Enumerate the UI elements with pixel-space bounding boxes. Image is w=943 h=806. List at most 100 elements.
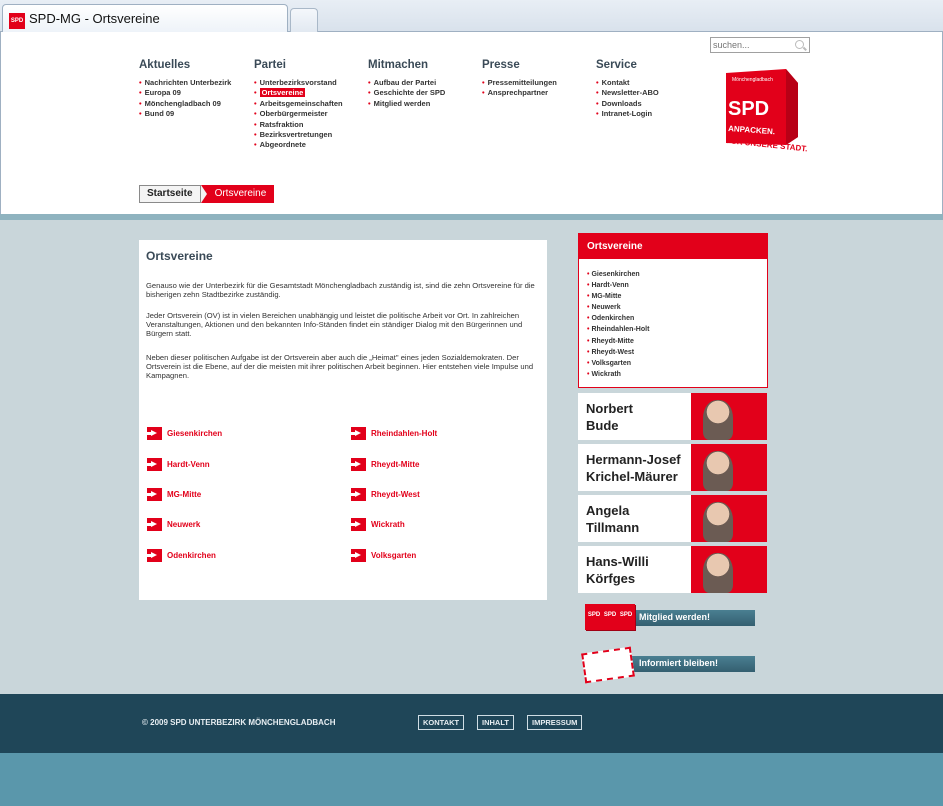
- arrow-right-icon: [351, 517, 366, 531]
- intro-paragraph-2: Jeder Ortsverein (OV) ist in vielen Bere…: [146, 311, 523, 339]
- nav-column-aktuelles: Aktuelles • Nachrichten Unterbezirk • Euro…: [139, 59, 231, 120]
- sidebar-item[interactable]: • Rheydt-West: [587, 347, 767, 358]
- nav-item-active[interactable]: • Ortsvereine: [254, 88, 343, 98]
- footer-link-inhalt[interactable]: INHALT: [477, 715, 514, 730]
- nav-item[interactable]: • Mitglied werden: [368, 99, 445, 109]
- envelope-icon: [581, 646, 635, 684]
- sidebar-item[interactable]: • Volksgarten: [587, 358, 767, 369]
- sidebar-item[interactable]: • Hardt-Venn: [587, 280, 767, 291]
- nav-item[interactable]: • Ansprechpartner: [482, 88, 557, 98]
- intro-paragraph-3: Neben dieser politischen Aufgabe ist der…: [146, 353, 534, 381]
- nav-item[interactable]: • Abgeordnete: [254, 140, 343, 150]
- newsletter-banner[interactable]: Informiert bleiben!: [581, 646, 755, 684]
- person-name: Norbert Bude: [586, 401, 633, 433]
- nav-item[interactable]: • Unterbezirksvorstand: [254, 78, 343, 88]
- site-header: Aktuelles •Nachrichten Unterbezirk •Euro…: [0, 32, 943, 214]
- bottom-band: [0, 753, 943, 806]
- nav-item[interactable]: • Geschichte der SPD: [368, 88, 445, 98]
- nav-heading[interactable]: Partei: [254, 59, 343, 71]
- person-teaser-krichel-maeurer[interactable]: Hermann-Josef Krichel-Mäurer: [578, 444, 767, 491]
- nav-item[interactable]: • Nachrichten Unterbezirk: [139, 78, 231, 88]
- footer-link-kontakt[interactable]: KONTAKT: [418, 715, 465, 730]
- main-content: Ortsvereine Genauso wie der Unterbezirk …: [139, 240, 547, 600]
- nav-item[interactable]: • Intranet-Login: [596, 109, 659, 119]
- nav-item[interactable]: • Downloads: [596, 99, 659, 109]
- arrow-right-icon: [351, 548, 366, 562]
- header-divider: [0, 214, 943, 220]
- nav-item[interactable]: • Bezirksvertretungen: [254, 130, 343, 140]
- person-name: Hans-Willi Körfges: [586, 554, 649, 586]
- person-photo: [691, 444, 767, 491]
- search-input[interactable]: [713, 39, 791, 51]
- search-box: [710, 37, 810, 53]
- browser-tab[interactable]: SPD SPD-MG - Ortsvereine: [2, 4, 288, 32]
- spd-logo[interactable]: Mönchengladbach SPD ANPACKEN. FÜR UNSERE…: [720, 65, 820, 165]
- intro-paragraph-1: Genauso wie der Unterbezirk für die Gesa…: [146, 281, 535, 300]
- nav-heading[interactable]: Aktuelles: [139, 59, 231, 71]
- nav-column-presse: Presse • Pressemitteilungen • Ansprechpart…: [482, 59, 557, 99]
- person-teaser-bude[interactable]: Norbert Bude: [578, 393, 767, 440]
- person-photo: [691, 495, 767, 542]
- portrait-icon: [703, 502, 733, 542]
- sidebar-title: Ortsvereine: [579, 234, 767, 259]
- person-photo: [691, 546, 767, 593]
- person-name: Angela Tillmann: [586, 503, 640, 535]
- nav-heading[interactable]: Presse: [482, 59, 557, 71]
- nav-column-service: Service • Kontakt • Newsletter-ABO • Downlo…: [596, 59, 659, 120]
- nav-item[interactable]: • Kontakt: [596, 78, 659, 88]
- ov-link-odenkirchen[interactable]: Odenkirchen: [147, 548, 216, 562]
- ov-link-mg-mitte[interactable]: MG-Mitte: [147, 487, 201, 501]
- ov-link-hardt-venn[interactable]: Hardt-Venn: [147, 457, 210, 471]
- sidebar-ortsvereine: Ortsvereine • Giesenkirchen • Hardt-Venn •…: [578, 233, 768, 388]
- footer-link-impressum[interactable]: IMPRESSUM: [527, 715, 583, 730]
- nav-item[interactable]: • Mönchengladbach 09: [139, 99, 231, 109]
- breadcrumb-current: Ortsvereine: [200, 185, 275, 203]
- ov-link-wickrath[interactable]: Wickrath: [351, 517, 405, 531]
- nav-item[interactable]: • Aufbau der Partei: [368, 78, 445, 88]
- breadcrumb-home[interactable]: Startseite: [139, 185, 201, 203]
- ov-link-rheydt-west[interactable]: Rheydt-West: [351, 487, 420, 501]
- tab-title: SPD-MG - Ortsvereine: [29, 11, 160, 26]
- ov-link-volksgarten[interactable]: Volksgarten: [351, 548, 416, 562]
- sidebar-item[interactable]: • Odenkirchen: [587, 313, 767, 324]
- breadcrumb: Startseite Ortsvereine: [139, 185, 275, 203]
- search-icon[interactable]: [795, 40, 804, 49]
- nav-item[interactable]: • Oberbürgermeister: [254, 109, 343, 119]
- sidebar-item[interactable]: • Rheindahlen-Holt: [587, 324, 767, 335]
- ov-link-giesenkirchen[interactable]: Giesenkirchen: [147, 426, 222, 440]
- sidebar-item[interactable]: • Wickrath: [587, 369, 767, 380]
- arrow-right-icon: [147, 517, 162, 531]
- newsletter-banner-label: Informiert bleiben!: [639, 658, 719, 668]
- nav-item[interactable]: • Europa 09: [139, 88, 231, 98]
- nav-item[interactable]: • Arbeitsgemeinschaften: [254, 99, 343, 109]
- person-teaser-tillmann[interactable]: Angela Tillmann: [578, 495, 767, 542]
- portrait-icon: [703, 553, 733, 593]
- nav-item[interactable]: • Bund 09: [139, 109, 231, 119]
- new-tab-button[interactable]: [290, 8, 318, 32]
- ov-link-rheydt-mitte[interactable]: Rheydt-Mitte: [351, 457, 419, 471]
- member-banner[interactable]: SPD SPD SPD Mitglied werden!: [583, 602, 755, 634]
- arrow-right-icon: [351, 426, 366, 440]
- logo-city-text: Mönchengladbach: [732, 77, 773, 83]
- ov-link-neuwerk[interactable]: Neuwerk: [147, 517, 200, 531]
- arrow-right-icon: [351, 457, 366, 471]
- footer-copyright: © 2009 SPD UNTERBEZIRK MÖNCHENGLADBACH: [142, 718, 336, 727]
- portrait-icon: [703, 400, 733, 440]
- ov-link-rheindahlen-holt[interactable]: Rheindahlen-Holt: [351, 426, 437, 440]
- nav-item[interactable]: • Pressemitteilungen: [482, 78, 557, 88]
- spd-favicon-icon: SPD: [9, 13, 25, 29]
- person-teaser-koerfges[interactable]: Hans-Willi Körfges: [578, 546, 767, 593]
- nav-column-partei: Partei • Unterbezirksvorstand • Ortsverein…: [254, 59, 343, 151]
- sidebar-item[interactable]: • Rheydt-Mitte: [587, 336, 767, 347]
- person-photo: [691, 393, 767, 440]
- nav-heading[interactable]: Mitmachen: [368, 59, 445, 71]
- sidebar-item[interactable]: • Neuwerk: [587, 302, 767, 313]
- nav-item[interactable]: • Ratsfraktion: [254, 120, 343, 130]
- nav-heading[interactable]: Service: [596, 59, 659, 71]
- sidebar-item[interactable]: • MG-Mitte: [587, 291, 767, 302]
- arrow-right-icon: [147, 426, 162, 440]
- nav-column-mitmachen: Mitmachen • Aufbau der Partei • Geschichte…: [368, 59, 445, 109]
- nav-item[interactable]: • Newsletter-ABO: [596, 88, 659, 98]
- sidebar-item[interactable]: • Giesenkirchen: [587, 269, 767, 280]
- logo-spd-text: SPD: [728, 98, 769, 120]
